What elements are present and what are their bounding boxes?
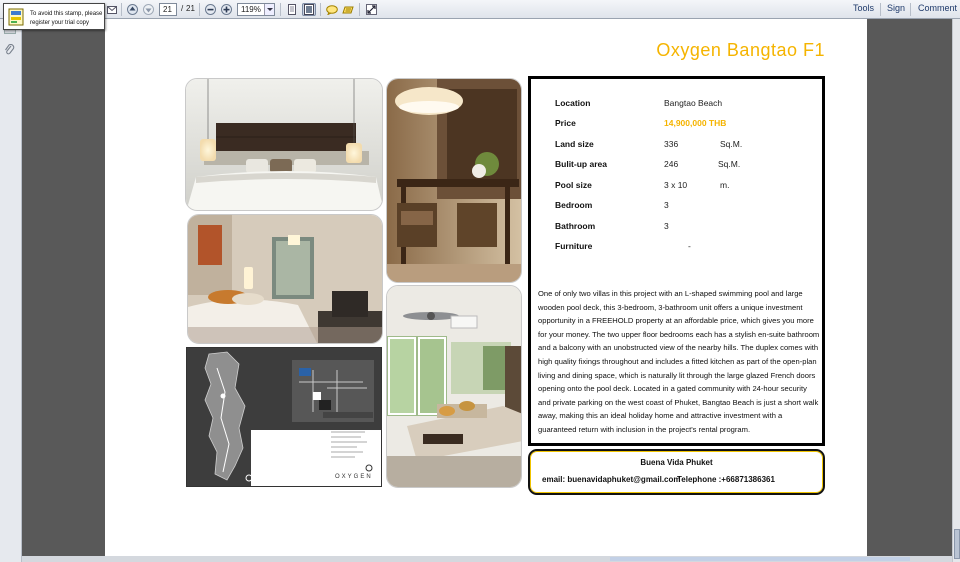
built-up-area-label: Bulit-up area [555,159,607,169]
page-title: Oxygen Bangtao F1 [656,40,825,60]
map-brand: OXYGEN [335,474,373,480]
bedroom-photo [185,78,383,211]
zoom-select[interactable]: 119% [237,3,275,16]
pool-size-value: 3 x 10 [664,180,688,190]
chevron-down-icon[interactable] [264,4,274,15]
comment-link[interactable]: Comment [918,3,957,13]
page-separator: / [181,4,184,13]
land-size-unit: Sq.M. [720,139,743,149]
highlight-icon[interactable] [341,3,355,16]
living-room-photo [386,285,522,488]
location-map: OXYGEN [186,347,382,487]
price-value: 14,900,000 THB [664,118,727,128]
contact-phone: Telephone :+66871386361 [677,475,775,484]
mail-icon[interactable] [106,3,118,16]
zoom-out-icon[interactable] [204,3,217,16]
comment-icon[interactable] [325,3,339,16]
attachment-icon[interactable] [4,43,15,61]
built-up-area-unit: Sq.M. [718,159,741,169]
built-up-area-value: 246 [664,159,679,169]
stamp-text-line1: To avoid this stamp, please [30,11,103,17]
land-size-value: 336 [664,139,679,149]
sign-link[interactable]: Sign [887,3,905,13]
company-name: Buena Vida Phuket [640,458,713,467]
viewer-toolbar: 21 / 21 119% Tools Sign Comment [0,0,960,19]
furniture-value: - [688,241,691,251]
contact-box [528,449,825,495]
page-total: 21 [186,4,195,13]
stamp-icon [8,8,25,31]
vertical-scrollbar[interactable] [952,19,960,562]
land-size-label: Land size [555,139,594,149]
master-bedroom-photo [187,214,383,344]
bathroom-label: Bathroom [555,221,596,231]
price-label: Price [555,118,576,128]
page-down-icon[interactable] [142,3,155,16]
bedroom-value: 3 [664,200,669,210]
dining-photo [386,78,522,283]
page-number-input[interactable]: 21 [159,3,177,16]
scroll-thumb[interactable] [954,529,960,559]
contact-email: email: buenavidaphuket@gmail.com [542,475,681,484]
page-up-icon[interactable] [126,3,139,16]
horizontal-scrollbar[interactable] [22,556,952,562]
pool-size-unit: m. [720,180,730,190]
bedroom-label: Bedroom [555,200,593,210]
pool-size-label: Pool size [555,180,592,190]
furniture-label: Furniture [555,241,593,251]
stamp-text-line2: register your trial copy [30,20,90,26]
tools-link[interactable]: Tools [853,3,874,13]
property-description: One of only two villas in this project w… [538,289,820,434]
location-label: Location [555,98,591,108]
expand-icon[interactable] [364,3,378,16]
trial-stamp[interactable]: To avoid this stamp, please register you… [3,3,105,30]
zoom-in-icon[interactable] [220,3,233,16]
h-scroll-thumb[interactable] [610,557,910,561]
left-navigation-pane [0,19,22,562]
fit-width-icon[interactable] [302,3,316,16]
location-value: Bangtao Beach [664,98,723,108]
fit-page-icon[interactable] [285,3,298,16]
zoom-value: 119% [241,5,261,14]
bathroom-value: 3 [664,221,669,231]
